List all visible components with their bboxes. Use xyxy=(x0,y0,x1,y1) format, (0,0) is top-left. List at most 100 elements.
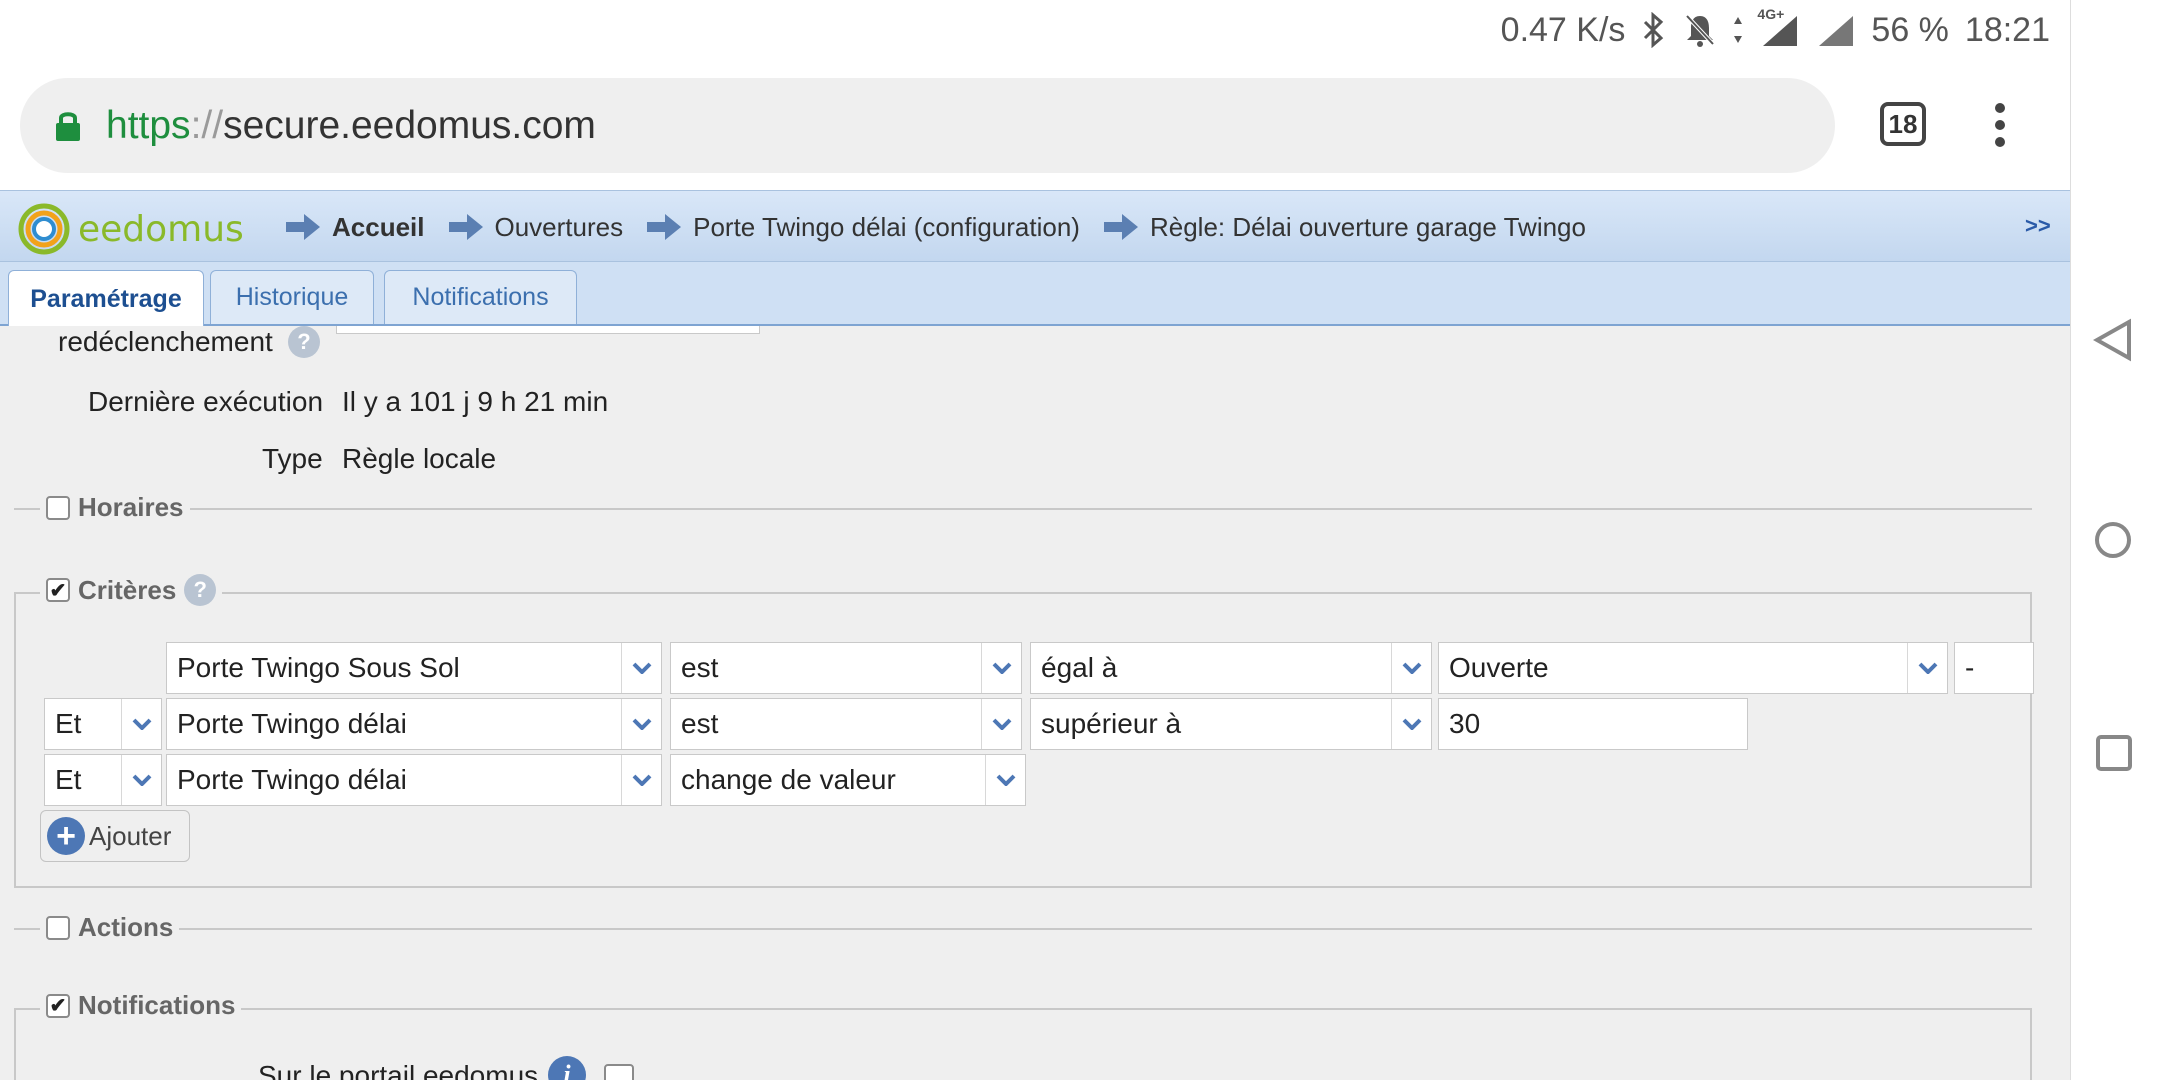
app-header: eedomus Accueil Ouvertures Porte Twingo … xyxy=(0,190,2070,262)
tab-parametrage[interactable]: Paramétrage xyxy=(8,270,204,328)
home-icon[interactable] xyxy=(2093,520,2133,565)
bluetooth-icon xyxy=(1641,12,1667,48)
url-separator: :// xyxy=(190,103,224,147)
criterion-verb-select[interactable]: est xyxy=(670,642,1022,694)
section-horaires[interactable]: Horaires xyxy=(40,492,190,523)
add-criterion-button[interactable]: + Ajouter xyxy=(40,810,190,862)
clock: 18:21 xyxy=(1964,10,2050,49)
criterion-conjunction-select[interactable]: Et xyxy=(44,698,162,750)
arrow-right-icon xyxy=(286,214,320,240)
url-host: secure.eedomus.com xyxy=(223,103,596,147)
chevron-down-icon xyxy=(1391,643,1431,693)
chevron-down-icon xyxy=(621,755,661,805)
help-icon[interactable]: ? xyxy=(288,326,320,358)
arrow-right-icon xyxy=(647,214,682,240)
criterion-operator-select[interactable]: égal à xyxy=(1030,642,1432,694)
section-divider xyxy=(14,508,2032,510)
back-icon[interactable] xyxy=(2092,318,2133,367)
breadcrumb: Accueil Ouvertures Porte Twingo délai (c… xyxy=(286,207,1610,247)
tab-notifications[interactable]: Notifications xyxy=(384,270,577,324)
url-bar[interactable]: https :// secure.eedomus.com xyxy=(20,78,1835,173)
breadcrumb-item-ouvertures[interactable]: Ouvertures xyxy=(448,211,624,243)
select-value: change de valeur xyxy=(681,764,896,795)
breadcrumb-item-device-config[interactable]: Porte Twingo délai (configuration) xyxy=(647,212,1080,243)
status-bar: 0.47 K/s 4G+ 56 % 18:21 xyxy=(0,0,2070,60)
tab-historique[interactable]: Historique xyxy=(210,270,374,324)
criterion-device-select[interactable]: Porte Twingo Sous Sol xyxy=(166,642,662,694)
section-title: Horaires xyxy=(78,492,184,522)
type-label: Type xyxy=(262,443,323,474)
data-arrows-icon xyxy=(1733,15,1743,45)
select-value: Porte Twingo délai xyxy=(177,708,407,739)
criteres-checkbox[interactable]: ✔ xyxy=(46,578,70,602)
chevron-down-icon xyxy=(121,755,161,805)
criterion-verb-select[interactable]: est xyxy=(670,698,1022,750)
criterion-extra-field[interactable]: - xyxy=(1954,642,2034,694)
add-label: Ajouter xyxy=(89,820,172,851)
eedomus-logo[interactable]: eedomus xyxy=(16,201,244,257)
expand-menu-button[interactable]: >> xyxy=(2025,213,2051,239)
actions-checkbox[interactable] xyxy=(46,915,70,940)
chevron-down-icon xyxy=(621,643,661,693)
select-value: Et xyxy=(55,764,82,795)
arrow-right-icon xyxy=(448,214,483,240)
select-value: Ouverte xyxy=(1449,652,1549,683)
section-criteres[interactable]: ✔ Critères ? xyxy=(40,574,223,606)
breadcrumb-label: Règle: Délai ouverture garage Twingo xyxy=(1149,211,1586,242)
overflow-menu-icon[interactable] xyxy=(1990,100,2010,150)
chevron-down-icon xyxy=(1907,643,1947,693)
criterion-verb-select[interactable]: change de valeur xyxy=(670,754,1026,806)
signal-icon xyxy=(1815,12,1855,48)
system-nav-bar xyxy=(2070,0,2160,1080)
select-value: Porte Twingo Sous Sol xyxy=(177,652,460,683)
section-notifications[interactable]: ✔ Notifications xyxy=(40,990,242,1021)
breadcrumb-label: Porte Twingo délai (configuration) xyxy=(693,211,1080,242)
section-actions[interactable]: Actions xyxy=(40,912,180,943)
plus-icon: + xyxy=(47,817,85,855)
portal-notification-checkbox[interactable] xyxy=(604,1064,634,1080)
section-title: Notifications xyxy=(78,990,236,1020)
retrigger-field[interactable] xyxy=(336,326,760,334)
type-value: Règle locale xyxy=(342,443,497,474)
select-value: est xyxy=(681,652,719,683)
last-exec-label: Dernière exécution xyxy=(88,386,324,417)
rule-form: redéclenchement ? Dernière exécution Il … xyxy=(0,326,2070,1080)
breadcrumb-item-accueil[interactable]: Accueil xyxy=(286,212,425,243)
chevron-down-icon xyxy=(981,699,1021,749)
notifications-checkbox[interactable]: ✔ xyxy=(46,993,70,1018)
tab-switcher-button[interactable]: 18 xyxy=(1880,102,1926,146)
recents-icon[interactable] xyxy=(2095,734,2133,777)
criterion-value-input[interactable]: 30 xyxy=(1438,698,1748,750)
logo-ring-icon xyxy=(18,203,70,255)
signal-4g-icon: 4G+ xyxy=(1757,6,1799,48)
select-value: Et xyxy=(55,708,82,739)
last-exec-value: Il y a 101 j 9 h 21 min xyxy=(342,386,609,417)
help-icon[interactable]: ? xyxy=(184,574,217,606)
breadcrumb-item-rule[interactable]: Règle: Délai ouverture garage Twingo xyxy=(1103,211,1586,243)
criterion-device-select[interactable]: Porte Twingo délai xyxy=(166,698,662,750)
arrow-right-icon xyxy=(1103,214,1138,240)
tab-bar: Paramétrage Historique Notifications xyxy=(0,262,2070,328)
lock-icon xyxy=(54,109,82,143)
retrigger-label: redéclenchement xyxy=(58,326,273,357)
horaires-checkbox[interactable] xyxy=(46,495,70,520)
chevron-down-icon xyxy=(1391,699,1431,749)
chevron-down-icon xyxy=(985,755,1025,805)
network-speed: 0.47 K/s xyxy=(1500,10,1626,49)
mute-icon xyxy=(1683,12,1717,48)
section-title: Actions xyxy=(78,912,174,942)
logo-text: eedomus xyxy=(78,208,244,250)
criterion-value-select[interactable]: Ouverte xyxy=(1438,642,1948,694)
chevron-down-icon xyxy=(981,643,1021,693)
criterion-device-select[interactable]: Porte Twingo délai xyxy=(166,754,662,806)
status-right: 0.47 K/s 4G+ 56 % 18:21 xyxy=(1500,6,2050,52)
breadcrumb-label: Ouvertures xyxy=(494,211,624,242)
chevron-down-icon xyxy=(121,699,161,749)
portal-notification-label: Sur le portail eedomus xyxy=(258,1060,539,1080)
select-value: est xyxy=(681,708,719,739)
network-type: 4G+ xyxy=(1757,6,1785,22)
criterion-conjunction-select[interactable]: Et xyxy=(44,754,162,806)
url-scheme: https xyxy=(106,103,191,147)
criterion-operator-select[interactable]: supérieur à xyxy=(1030,698,1432,750)
section-title: Critères xyxy=(78,574,177,605)
